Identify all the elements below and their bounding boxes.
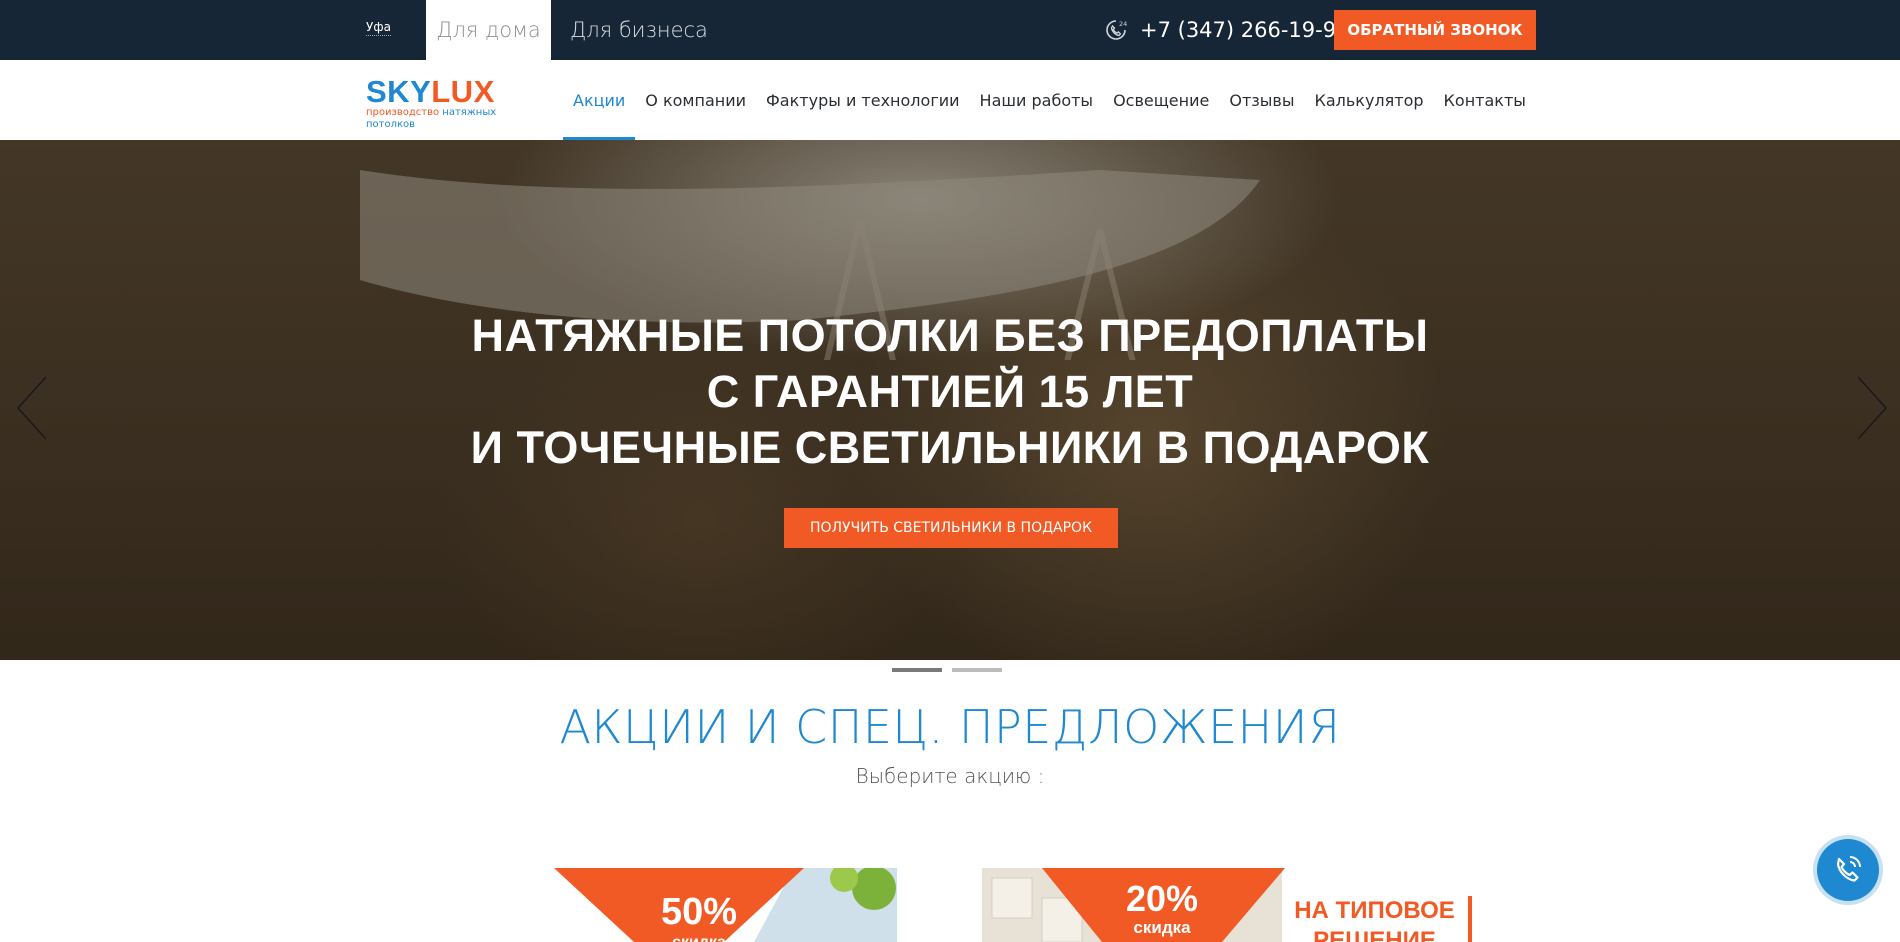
slider-dots xyxy=(892,668,1002,672)
top-bar: Уфа Для дома Для бизнеса 24 +7 (347) 266… xyxy=(0,0,1900,60)
get-lamps-button[interactable]: ПОЛУЧИТЬ СВЕТИЛЬНИКИ В ПОДАРОК xyxy=(784,508,1118,548)
chevron-right-icon[interactable] xyxy=(1850,373,1890,443)
nav-item-lighting[interactable]: Освещение xyxy=(1103,60,1219,140)
city-selector[interactable]: Уфа xyxy=(366,20,391,36)
logo-sky: SKY xyxy=(366,74,432,109)
phone-24-icon: 24 xyxy=(1106,20,1127,40)
section-title: АКЦИИ И СПЕЦ. ПРЕДЛОЖЕНИЯ xyxy=(559,700,1341,754)
phone-number[interactable]: +7 (347) 266-19-96 xyxy=(1140,0,1349,60)
nav-item-works[interactable]: Наши работы xyxy=(970,60,1104,140)
promo-2-label: скидка xyxy=(1133,918,1191,937)
slider-dot-2[interactable] xyxy=(952,668,1002,672)
nav-item-textures[interactable]: Фактуры и технологии xyxy=(756,60,970,140)
nav-item-about[interactable]: О компании xyxy=(635,60,756,140)
hero-slider: НАТЯЖНЫЕ ПОТОЛКИ БЕЗ ПРЕДОПЛАТЫ С ГАРАНТ… xyxy=(0,140,1900,660)
promo-1-label: скидка xyxy=(634,934,764,942)
section-subtitle: Выберите акцию : xyxy=(855,764,1045,788)
logo-lux: LUX xyxy=(431,74,495,109)
hero-line-1: НАТЯЖНЫЕ ПОТОЛКИ БЕЗ ПРЕДОПЛАТЫ xyxy=(471,310,1429,361)
hero-title: НАТЯЖНЫЕ ПОТОЛКИ БЕЗ ПРЕДОПЛАТЫ С ГАРАНТ… xyxy=(0,308,1900,476)
hero-line-3: И ТОЧЕЧНЫЕ СВЕТИЛЬНИКИ В ПОДАРОК xyxy=(470,422,1430,473)
phone-call-icon xyxy=(1836,856,1861,882)
floating-call-button[interactable] xyxy=(1817,839,1879,901)
nav-item-calculator[interactable]: Калькулятор xyxy=(1304,60,1433,140)
logo[interactable]: SKYLUX производство натяжных потолков xyxy=(366,76,546,130)
slider-dot-1[interactable] xyxy=(892,668,942,672)
promo-card-1[interactable]: 50% скидка xyxy=(554,868,897,942)
promo-card-2[interactable]: 20% скидка НА ТИПОВОЕ РЕШЕНИЕ xyxy=(982,868,1472,942)
promo-1-percent: 50% xyxy=(660,891,738,933)
hero-line-2: С ГАРАНТИЕЙ 15 ЛЕТ xyxy=(706,366,1194,417)
nav-item-contacts[interactable]: Контакты xyxy=(1434,60,1536,140)
callback-button[interactable]: ОБРАТНЫЙ ЗВОНОК xyxy=(1334,10,1536,50)
tab-home[interactable]: Для дома xyxy=(426,0,551,60)
promo-2-side-text: НА ТИПОВОЕ РЕШЕНИЕ xyxy=(1294,897,1455,942)
nav-item-promotions[interactable]: Акции xyxy=(563,60,636,141)
logo-tagline: производство натяжных потолков xyxy=(366,107,497,130)
nav-item-reviews[interactable]: Отзывы xyxy=(1219,60,1304,140)
tab-business[interactable]: Для бизнеса xyxy=(570,0,708,60)
promo-2-accent-bar xyxy=(1468,896,1472,942)
svg-text:24: 24 xyxy=(1119,20,1127,28)
chevron-left-icon[interactable] xyxy=(14,373,54,443)
promo-2-percent: 20% xyxy=(1125,878,1199,919)
main-nav: SKYLUX производство натяжных потолков Ак… xyxy=(0,60,1900,141)
menu: Акции О компании Фактуры и технологии На… xyxy=(563,60,1536,141)
